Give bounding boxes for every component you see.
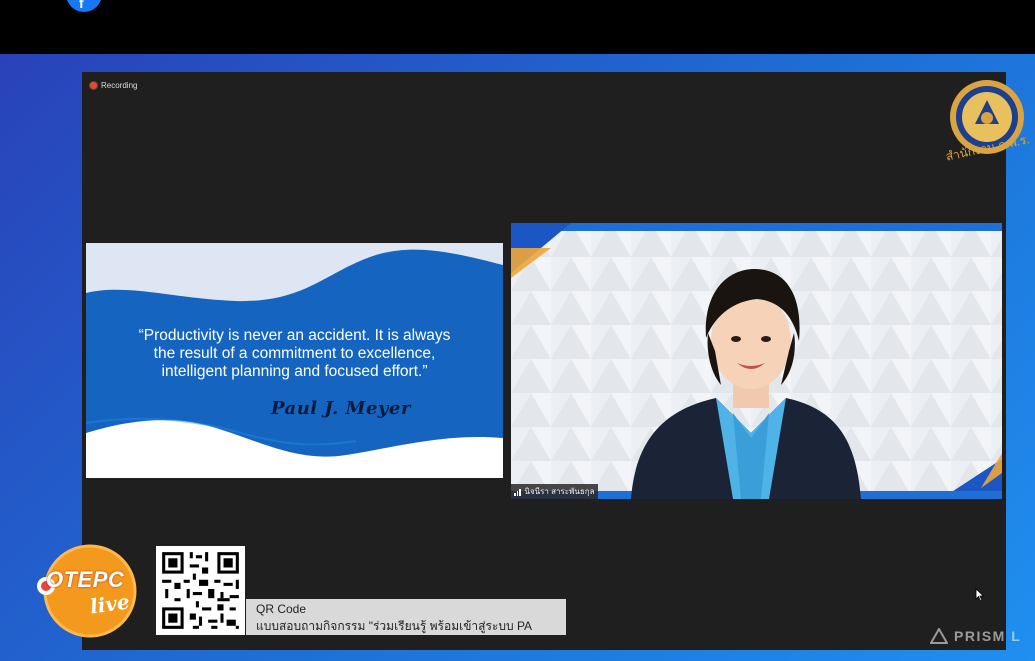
- signal-icon: [514, 487, 522, 496]
- recording-indicator: Recording: [90, 81, 137, 90]
- shared-slide: “Productivity is never an accident. It i…: [86, 243, 503, 478]
- qr-code-icon: [156, 546, 245, 635]
- qr-code[interactable]: [156, 546, 245, 635]
- qr-caption-description: แบบสอบถามกิจกรรม "ร่วมเรียนรู้ พร้อมเข้า…: [256, 619, 533, 633]
- participant-name: นิจนีรา สาระพันธกุล: [524, 487, 595, 496]
- meeting-window: Recording “Productivity is never an acci…: [82, 72, 1006, 650]
- qr-caption-title: QR Code: [256, 602, 307, 616]
- top-black-bar: f: [0, 0, 1035, 54]
- qr-caption: QR Code แบบสอบถามกิจกรรม "ร่วมเรียนรู้ พ…: [246, 599, 566, 635]
- participant-name-label: นิจนีรา สาระพันธกุล: [511, 484, 599, 499]
- quote-line: “Productivity is never an accident. It i…: [138, 327, 451, 344]
- quote-line: the result of a commitment to excellence…: [153, 345, 436, 362]
- otepc-text: OTEPC: [46, 567, 125, 592]
- recording-dot-icon: [90, 82, 97, 89]
- video-frame: [511, 223, 1002, 499]
- prism-logo-icon: [930, 628, 948, 644]
- recording-label: Recording: [101, 81, 138, 90]
- quote-line: intelligent planning and focused effort.…: [161, 363, 428, 380]
- quote-author: Paul J. Meyer: [271, 398, 411, 419]
- facebook-icon[interactable]: f: [66, 0, 102, 12]
- prism-watermark: PRISM L: [930, 628, 1021, 644]
- slide-quote: “Productivity is never an accident. It i…: [86, 327, 503, 381]
- prism-text: PRISM L: [954, 628, 1022, 644]
- mouse-cursor-icon: [975, 588, 985, 602]
- participant-video[interactable]: นิจนีรา สาระพันธกุล: [511, 223, 1002, 499]
